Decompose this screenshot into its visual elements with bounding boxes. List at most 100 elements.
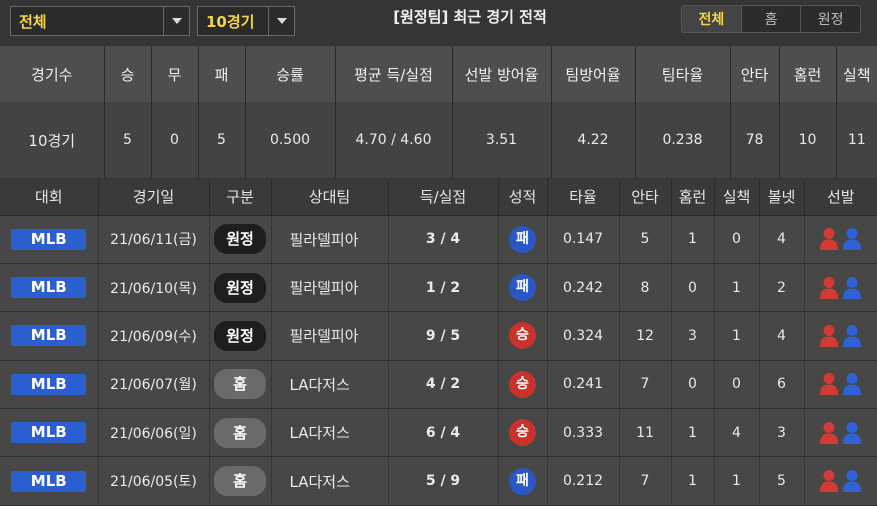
toggle-away-button[interactable]: 원정 [800, 6, 860, 32]
result-cell: 승 [498, 360, 548, 410]
errors-cell: 4 [714, 408, 760, 458]
summary-header-cell: 안타 [730, 46, 780, 102]
walks-cell: 2 [759, 263, 805, 313]
starting-pitcher-cell [804, 263, 877, 313]
batting-avg-cell: 0.212 [547, 456, 620, 506]
league-cell: MLB [0, 408, 99, 458]
starting-pitcher-cell [804, 311, 877, 361]
red-person-icon[interactable] [819, 469, 839, 493]
league-badge[interactable]: MLB [11, 277, 87, 299]
date-cell: 21/06/10(목) [98, 263, 210, 313]
game-log-body: MLB 21/06/11(금) 원정 필라델피아 3 / 4 패 0.147 5 1 0 4 MLB 2… [0, 215, 877, 506]
summary-header-cell: 승률 [245, 46, 336, 102]
result-cell: 패 [498, 263, 548, 313]
league-badge[interactable]: MLB [11, 228, 87, 250]
walks-cell: 6 [759, 360, 805, 410]
league-badge[interactable]: MLB [11, 470, 87, 492]
game-log-header-cell: 경기일 [98, 179, 210, 216]
result-badge: 패 [509, 225, 536, 253]
result-cell: 패 [498, 215, 548, 264]
blue-person-icon[interactable] [842, 372, 862, 396]
league-cell: MLB [0, 311, 99, 361]
chevron-down-icon[interactable] [268, 7, 294, 35]
home-runs-cell: 0 [671, 360, 715, 410]
chevron-down-icon[interactable] [163, 7, 189, 35]
home-runs-cell: 1 [671, 215, 715, 264]
table-row[interactable]: MLB 21/06/06(일) 홈 LA다저스 6 / 4 승 0.333 11 1 4 3 [0, 408, 877, 458]
table-row[interactable]: MLB 21/06/09(수) 원정 필라델피아 9 / 5 승 0.324 12 3 1 4 [0, 311, 877, 361]
summary-value-cell: 5 [104, 102, 152, 178]
summary-header-cell: 경기수 [0, 46, 105, 102]
table-row[interactable]: MLB 21/06/05(토) 홈 LA다저스 5 / 9 패 0.212 7 1 1 5 [0, 456, 877, 506]
game-log-header-cell: 상대팀 [271, 179, 389, 216]
home-away-pill: 원정 [214, 272, 266, 303]
batting-avg-cell: 0.147 [547, 215, 620, 264]
home-runs-cell: 0 [671, 263, 715, 313]
date-cell: 21/06/09(수) [98, 311, 210, 361]
blue-person-icon[interactable] [842, 227, 862, 251]
home-away-pill: 홈 [214, 417, 266, 448]
table-row[interactable]: MLB 21/06/10(목) 원정 필라델피아 1 / 2 패 0.242 8 0 1 2 [0, 263, 877, 313]
blue-person-icon[interactable] [842, 324, 862, 348]
hits-cell: 11 [619, 408, 672, 458]
home-away-toggle: 전체 홈 원정 [681, 5, 861, 33]
blue-person-icon[interactable] [842, 421, 862, 445]
result-badge: 승 [509, 370, 536, 398]
game-log-header-cell: 실책 [714, 179, 760, 216]
hits-cell: 7 [619, 360, 672, 410]
score-cell: 6 / 4 [388, 408, 499, 458]
summary-header-cell: 홈런 [779, 46, 837, 102]
red-person-icon[interactable] [819, 276, 839, 300]
hits-cell: 5 [619, 215, 672, 264]
league-badge[interactable]: MLB [11, 325, 87, 347]
league-badge[interactable]: MLB [11, 422, 87, 444]
opponent-cell: LA다저스 [271, 360, 389, 410]
result-cell: 승 [498, 408, 548, 458]
blue-person-icon[interactable] [842, 276, 862, 300]
league-cell: MLB [0, 215, 99, 264]
score-cell: 4 / 2 [388, 360, 499, 410]
opponent-cell: 필라델피아 [271, 215, 389, 264]
score-cell: 9 / 5 [388, 311, 499, 361]
red-person-icon[interactable] [819, 421, 839, 445]
result-badge: 패 [509, 467, 536, 495]
red-person-icon[interactable] [819, 372, 839, 396]
summary-header-cell: 평균 득/실점 [335, 46, 453, 102]
starting-pitchers [819, 227, 862, 251]
game-log-header-cell: 대회 [0, 179, 99, 216]
game-log-header-cell: 선발 [804, 179, 877, 216]
starting-pitchers [819, 421, 862, 445]
red-person-icon[interactable] [819, 227, 839, 251]
home-away-pill: 원정 [214, 224, 266, 255]
summary-value-cell: 10 [779, 102, 837, 178]
result-badge: 패 [509, 274, 536, 302]
type-cell: 홈 [209, 408, 272, 458]
game-log-header-cell: 홈런 [671, 179, 715, 216]
league-badge[interactable]: MLB [11, 373, 87, 395]
blue-person-icon[interactable] [842, 469, 862, 493]
game-log-header-cell: 득/실점 [388, 179, 499, 216]
errors-cell: 0 [714, 360, 760, 410]
errors-cell: 0 [714, 215, 760, 264]
red-person-icon[interactable] [819, 324, 839, 348]
type-cell: 홈 [209, 360, 272, 410]
toggle-home-button[interactable]: 홈 [740, 6, 801, 32]
games-count-dropdown[interactable]: 10경기 [197, 6, 295, 36]
summary-value-cell: 4.22 [551, 102, 636, 178]
scope-dropdown[interactable]: 전체 [10, 6, 190, 36]
date-cell: 21/06/06(일) [98, 408, 210, 458]
result-badge: 승 [509, 322, 536, 350]
toggle-all-button[interactable]: 전체 [682, 6, 741, 32]
date-cell: 21/06/07(월) [98, 360, 210, 410]
summary-value-cell: 4.70 / 4.60 [335, 102, 453, 178]
home-runs-cell: 1 [671, 408, 715, 458]
summary-header-cell: 패 [198, 46, 246, 102]
errors-cell: 1 [714, 456, 760, 506]
table-row[interactable]: MLB 21/06/07(월) 홈 LA다저스 4 / 2 승 0.241 7 0 0 6 [0, 360, 877, 410]
date-cell: 21/06/11(금) [98, 215, 210, 264]
starting-pitchers [819, 372, 862, 396]
game-log-header-row: 대회 경기일 구분 상대팀 득/실점 성적 타율 안타 홈런 실책 볼넷 선발 [0, 179, 877, 216]
opponent-cell: LA다저스 [271, 456, 389, 506]
table-row[interactable]: MLB 21/06/11(금) 원정 필라델피아 3 / 4 패 0.147 5 1 0 4 [0, 215, 877, 264]
summary-value-cell: 0 [151, 102, 199, 178]
